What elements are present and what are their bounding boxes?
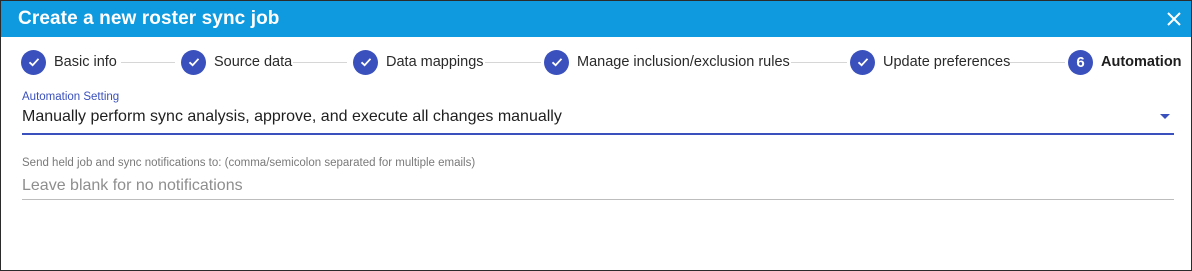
step-number: 6 <box>1076 53 1085 71</box>
step-label: Manage inclusion/exclusion rules <box>577 54 790 70</box>
check-icon <box>353 49 378 75</box>
step-number-badge: 6 <box>1068 49 1093 75</box>
step-label: Basic info <box>54 54 117 70</box>
step-connector <box>293 62 347 63</box>
notifications-email-input[interactable] <box>22 173 1174 200</box>
step-connector <box>791 62 847 63</box>
dialog-titlebar: Create a new roster sync job <box>1 1 1191 37</box>
step-manage-rules[interactable]: Manage inclusion/exclusion rules <box>544 49 790 75</box>
step-label: Automation <box>1101 54 1182 70</box>
automation-setting-label: Automation Setting <box>22 91 120 103</box>
automation-setting-field: Automation Setting Manually perform sync… <box>22 91 1174 135</box>
close-button[interactable] <box>1163 8 1185 30</box>
automation-setting-select[interactable]: Manually perform sync analysis, approve,… <box>22 107 1174 135</box>
check-icon <box>850 49 875 75</box>
check-icon <box>181 49 206 75</box>
step-data-mappings[interactable]: Data mappings <box>353 49 484 75</box>
notifications-field: Send held job and sync notifications to:… <box>22 157 1174 200</box>
stepper: Basic info Source data Data mappings Man… <box>21 49 1182 75</box>
close-icon <box>1167 12 1181 26</box>
caret-down-icon <box>1160 114 1170 119</box>
step-basic-info[interactable]: Basic info <box>21 49 117 75</box>
automation-setting-value: Manually perform sync analysis, approve,… <box>22 108 562 125</box>
step-automation[interactable]: 6 Automation <box>1068 49 1182 75</box>
dialog-title: Create a new roster sync job <box>18 8 280 29</box>
step-connector <box>121 62 175 63</box>
step-label: Source data <box>214 54 293 70</box>
notifications-label: Send held job and sync notifications to:… <box>22 157 476 169</box>
step-label: Update preferences <box>883 54 1011 70</box>
step-update-preferences[interactable]: Update preferences <box>850 49 1011 75</box>
step-connector <box>485 62 541 63</box>
step-label: Data mappings <box>386 54 484 70</box>
roster-sync-dialog: Create a new roster sync job Basic info … <box>0 0 1192 271</box>
check-icon <box>544 49 569 75</box>
step-connector <box>1009 62 1065 63</box>
check-icon <box>21 49 46 75</box>
step-source-data[interactable]: Source data <box>181 49 293 75</box>
